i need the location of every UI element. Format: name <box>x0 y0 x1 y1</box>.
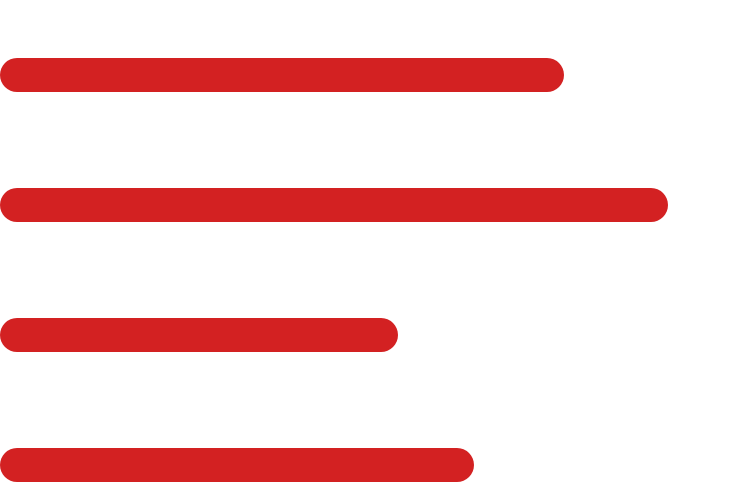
align-line-1 <box>0 58 564 92</box>
text-align-left-icon <box>0 0 746 482</box>
align-line-4 <box>0 448 474 482</box>
align-line-2 <box>0 188 668 222</box>
align-line-3 <box>0 318 398 352</box>
